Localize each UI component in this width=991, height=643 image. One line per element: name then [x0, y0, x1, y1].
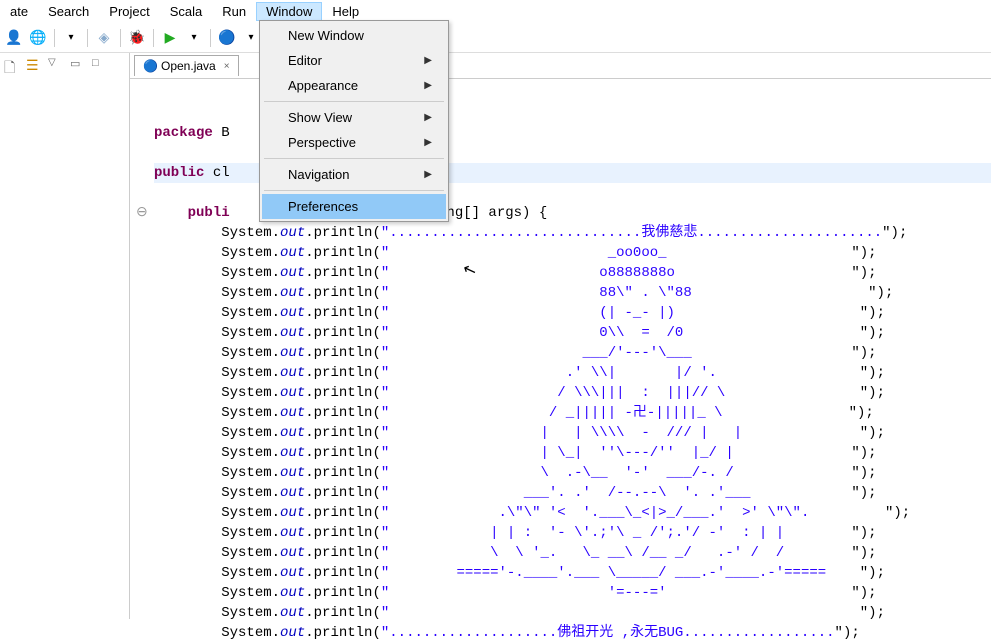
java-file-icon: 🔵: [143, 59, 157, 73]
editor-tab[interactable]: 🔵 Open.java ×: [134, 55, 239, 76]
square-icon[interactable]: □: [92, 57, 108, 73]
run-config-icon[interactable]: 🔵: [217, 28, 237, 48]
minimize-icon[interactable]: ▭: [70, 57, 86, 73]
menu-scala[interactable]: Scala: [160, 2, 213, 21]
toolbar-separator: [153, 29, 154, 47]
menu-separator: [264, 190, 444, 191]
chevron-down-icon[interactable]: ▾: [241, 28, 261, 48]
menu-search[interactable]: Search: [38, 2, 99, 21]
run-icon[interactable]: ▶: [160, 28, 180, 48]
menu-navigation[interactable]: Navigation ▶: [262, 162, 446, 187]
menu-label: New Window: [288, 28, 364, 43]
chevron-right-icon: ▶: [424, 55, 432, 66]
chevron-down-icon[interactable]: ▾: [184, 28, 204, 48]
document-icon[interactable]: 🗋: [4, 57, 20, 73]
menu-preferences[interactable]: Preferences: [262, 194, 446, 219]
chevron-right-icon: ▶: [424, 169, 432, 180]
menu-ate[interactable]: ate: [0, 2, 38, 21]
menu-label: Appearance: [288, 78, 358, 93]
toolbar-separator: [87, 29, 88, 47]
tab-filename: Open.java: [161, 59, 216, 73]
chevron-right-icon: ▶: [424, 112, 432, 123]
menu-perspective[interactable]: Perspective ▶: [262, 130, 446, 155]
globe-icon[interactable]: 🌐: [28, 28, 48, 48]
menubar: ate Search Project Scala Run Window Help: [0, 0, 991, 23]
toolbar-separator: [54, 29, 55, 47]
menu-label: Editor: [288, 53, 322, 68]
diamond-icon[interactable]: ◈: [94, 28, 114, 48]
window-dropdown-menu: New Window Editor ▶ Appearance ▶ Show View…: [259, 20, 449, 222]
menu-separator: [264, 158, 444, 159]
menu-label: Navigation: [288, 167, 349, 182]
person-icon[interactable]: 👤: [4, 28, 24, 48]
list-icon[interactable]: ☰: [26, 57, 42, 73]
menu-show-view[interactable]: Show View ▶: [262, 105, 446, 130]
toolbar-separator: [210, 29, 211, 47]
close-icon[interactable]: ×: [224, 61, 230, 72]
triangle-down-icon[interactable]: ▽: [48, 57, 64, 73]
menu-project[interactable]: Project: [99, 2, 159, 21]
menu-label: Perspective: [288, 135, 356, 150]
menu-new-window[interactable]: New Window: [262, 23, 446, 48]
menu-label: Show View: [288, 110, 352, 125]
menu-label: Preferences: [288, 199, 358, 214]
toolbar-separator: [120, 29, 121, 47]
menu-appearance[interactable]: Appearance ▶: [262, 73, 446, 98]
side-panel: 🗋 ☰ ▽ ▭ □: [0, 53, 130, 619]
chevron-right-icon: ▶: [424, 137, 432, 148]
chevron-down-icon[interactable]: ▾: [61, 28, 81, 48]
menu-window[interactable]: Window: [256, 2, 322, 21]
menu-separator: [264, 101, 444, 102]
menu-help[interactable]: Help: [322, 2, 369, 21]
menu-run[interactable]: Run: [212, 2, 256, 21]
main-area: 🗋 ☰ ▽ ▭ □ 🔵 Open.java × package Bpublic …: [0, 53, 991, 619]
chevron-right-icon: ▶: [424, 80, 432, 91]
menu-editor[interactable]: Editor ▶: [262, 48, 446, 73]
toolbar: 👤 🌐 ▾ ◈ 🐞 ▶ ▾ 🔵 ▾ 📄: [0, 23, 991, 53]
bug-icon[interactable]: 🐞: [127, 28, 147, 48]
